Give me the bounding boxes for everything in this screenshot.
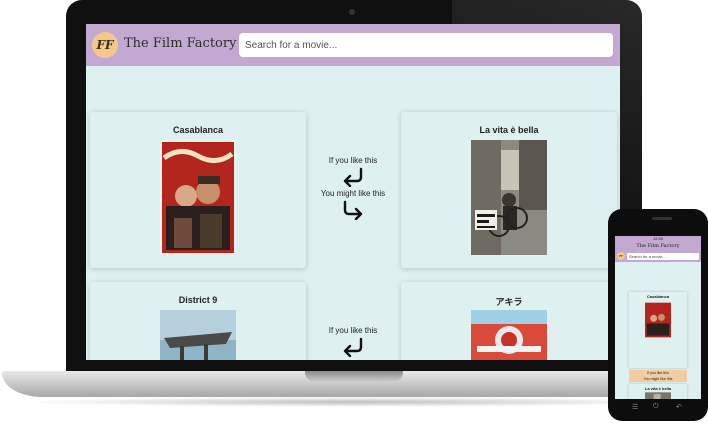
mobile-movie-title: La vita è bella bbox=[644, 386, 672, 391]
laptop-notch bbox=[305, 371, 403, 382]
mobile-search-input[interactable]: Search for a movie... bbox=[627, 253, 699, 260]
menu-icon[interactable]: ☰ bbox=[632, 403, 638, 411]
movie-card-left[interactable]: Casablanca bbox=[90, 112, 306, 268]
movie-title: Casablanca bbox=[172, 125, 224, 135]
mobile-recommendation-band: If you like this You might like this bbox=[629, 370, 687, 382]
phone-nav-bar: ☰ ⏻ ↶ bbox=[608, 401, 708, 417]
poster-image bbox=[471, 140, 547, 255]
mobile-site-title[interactable]: The Film Factory bbox=[615, 243, 701, 249]
camera-icon bbox=[349, 9, 355, 15]
mobile-movie-card[interactable]: Casablanca bbox=[629, 292, 687, 368]
mobile-logo[interactable]: FF bbox=[617, 252, 625, 260]
poster-image bbox=[160, 140, 236, 255]
mobile-poster-image bbox=[645, 392, 671, 399]
speaker-grille bbox=[652, 217, 672, 220]
if-you-like-label: If you like this bbox=[328, 326, 378, 335]
poster-image bbox=[471, 310, 547, 360]
movie-card-left[interactable]: District 9 bbox=[90, 282, 306, 360]
laptop-shadow bbox=[20, 397, 688, 407]
arrow-left-icon bbox=[343, 337, 363, 357]
phone-frame: 12:30 The Film Factory FF Search for a m… bbox=[608, 209, 708, 421]
mobile-header: The Film Factory FF Search for a movie..… bbox=[615, 242, 701, 262]
movie-title: La vita è bella bbox=[479, 125, 539, 135]
laptop-screen: FF The Film Factory Casablanca bbox=[86, 24, 620, 360]
recommendation-link: If you like this bbox=[305, 326, 401, 359]
mobile-movie-card[interactable]: La vita è bella bbox=[629, 384, 687, 399]
if-you-like-label: If you like this bbox=[328, 156, 378, 165]
site-header: FF The Film Factory bbox=[86, 24, 620, 66]
back-icon[interactable]: ↶ bbox=[676, 403, 682, 411]
mobile-poster-image bbox=[645, 302, 671, 338]
poster-image bbox=[160, 310, 236, 360]
power-icon[interactable]: ⏻ bbox=[653, 403, 659, 411]
arrow-right-icon bbox=[343, 200, 363, 220]
device-mockup: FF The Film Factory Casablanca bbox=[0, 0, 708, 424]
site-logo[interactable]: FF bbox=[92, 32, 118, 58]
arrow-left-icon bbox=[343, 167, 363, 187]
recommendation-link: If you like this You might like this bbox=[305, 156, 401, 222]
search-input[interactable] bbox=[239, 33, 613, 57]
movie-title: アキラ bbox=[495, 298, 523, 308]
movie-card-right[interactable]: La vita è bella bbox=[401, 112, 617, 268]
mobile-you-might-like-label: You might like this bbox=[643, 377, 673, 381]
movie-card-right[interactable]: アキラ bbox=[401, 282, 617, 360]
you-might-like-label: You might like this bbox=[320, 189, 386, 198]
movie-title: District 9 bbox=[178, 295, 218, 305]
site-title[interactable]: The Film Factory bbox=[124, 36, 236, 51]
phone-screen: 12:30 The Film Factory FF Search for a m… bbox=[615, 236, 701, 399]
mobile-movie-title: Casablanca bbox=[646, 294, 670, 299]
